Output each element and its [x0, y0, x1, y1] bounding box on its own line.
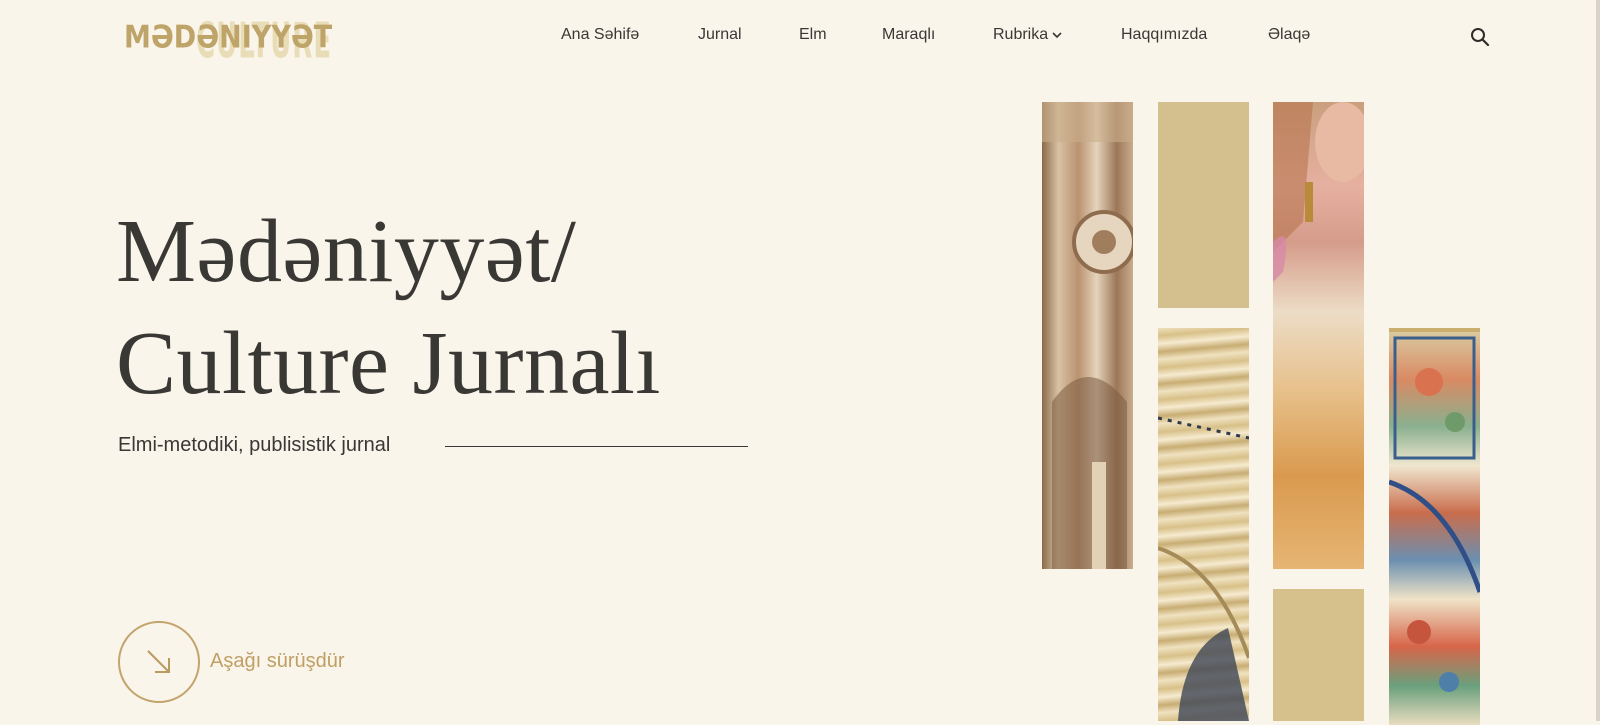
chevron-down-icon	[1052, 32, 1062, 38]
tan-color-tile-lower	[1273, 589, 1364, 721]
painting-image-strip	[1273, 102, 1364, 569]
nav-item-contact[interactable]: Əlaqə	[1268, 26, 1310, 44]
page-edge	[1596, 0, 1600, 721]
ornament-image-strip	[1389, 328, 1480, 725]
architecture-image-strip	[1042, 102, 1133, 569]
hero-subtitle: Elmi-metodiki, publisistik jurnal	[118, 434, 391, 456]
nav-item-interesting[interactable]: Maraqlı	[882, 26, 935, 44]
site-logo[interactable]: CULTURE MƏDƏNIYYƏT	[124, 10, 332, 71]
nav-item-science[interactable]: Elm	[799, 26, 827, 44]
nav-item-home[interactable]: Ana Səhifə	[561, 26, 639, 44]
nav-item-journal[interactable]: Jurnal	[698, 26, 742, 44]
hero-title-line1: Mədəniyyət/	[116, 202, 577, 301]
subtitle-divider	[445, 446, 748, 447]
search-icon[interactable]	[1470, 27, 1490, 47]
curved-interior-image-strip	[1158, 328, 1249, 721]
hero-title: Mədəniyyət/ Culture Jurnalı	[116, 196, 661, 420]
hero-title-line2: Culture Jurnalı	[116, 314, 661, 413]
scroll-down-label[interactable]: Aşağı sürüşdür	[210, 650, 345, 673]
tan-color-tile	[1158, 102, 1249, 308]
scroll-down-button[interactable]	[118, 621, 200, 703]
nav-item-about[interactable]: Haqqımızda	[1121, 26, 1207, 44]
nav-item-rubric[interactable]: Rubrika	[993, 26, 1063, 44]
arrow-down-right-icon	[147, 650, 170, 673]
logo-front-text: MƏDƏNIYYƏT	[124, 20, 333, 56]
nav-item-rubric-label: Rubrika	[993, 26, 1049, 43]
